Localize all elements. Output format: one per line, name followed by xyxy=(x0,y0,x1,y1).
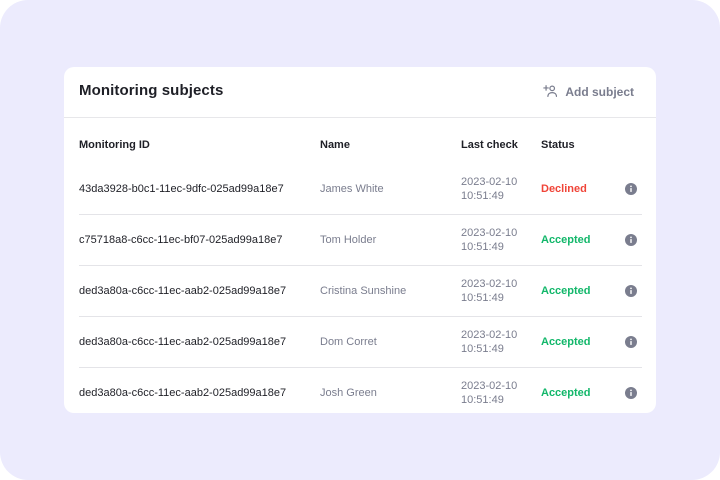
subject-name: Cristina Sunshine xyxy=(320,285,407,297)
subject-name: James White xyxy=(320,183,384,195)
last-check: 2023-02-10 10:51:49 xyxy=(461,328,517,356)
table-row: ded3a80a-c6cc-11ec-aab2-025ad99a18e7 Josh… xyxy=(79,368,642,418)
table-header: Monitoring ID Name Last check Status xyxy=(79,117,642,164)
table-body: 43da3928-b0c1-11ec-9dfc-025ad99a18e7 Jame… xyxy=(79,164,642,418)
last-check: 2023-02-10 10:51:49 xyxy=(461,277,517,305)
table-row: c75718a8-c6cc-11ec-bf07-025ad99a18e7 Tom … xyxy=(79,215,642,266)
info-icon[interactable] xyxy=(625,387,637,399)
monitoring-id: ded3a80a-c6cc-11ec-aab2-025ad99a18e7 xyxy=(79,387,287,399)
status-badge: Accepted xyxy=(541,387,591,399)
monitoring-id: c75718a8-c6cc-11ec-bf07-025ad99a18e7 xyxy=(79,234,283,246)
status-badge: Accepted xyxy=(541,285,591,297)
last-check-time: 10:51:49 xyxy=(461,190,504,202)
add-subject-button[interactable]: Add subject xyxy=(543,83,634,101)
last-check-time: 10:51:49 xyxy=(461,343,504,355)
column-header-status: Status xyxy=(541,139,575,151)
last-check-date: 2023-02-10 xyxy=(461,380,518,392)
info-icon[interactable] xyxy=(625,234,637,246)
last-check-time: 10:51:49 xyxy=(461,394,504,406)
subject-name: Josh Green xyxy=(320,387,377,399)
info-icon[interactable] xyxy=(625,336,637,348)
info-icon[interactable] xyxy=(625,183,637,195)
card-header: Monitoring subjects Add subject xyxy=(64,67,656,118)
last-check: 2023-02-10 10:51:49 xyxy=(461,379,517,407)
add-subject-label: Add subject xyxy=(565,85,634,99)
monitoring-id: 43da3928-b0c1-11ec-9dfc-025ad99a18e7 xyxy=(79,183,284,195)
subject-name: Dom Corret xyxy=(320,336,377,348)
last-check-time: 10:51:49 xyxy=(461,292,504,304)
column-header-last-check: Last check xyxy=(461,139,518,151)
status-badge: Accepted xyxy=(541,336,591,348)
status-badge: Declined xyxy=(541,183,587,195)
table-row: ded3a80a-c6cc-11ec-aab2-025ad99a18e7 Dom … xyxy=(79,317,642,368)
subject-name: Tom Holder xyxy=(320,234,377,246)
subjects-table: Monitoring ID Name Last check Status 43d… xyxy=(79,117,642,418)
table-row: 43da3928-b0c1-11ec-9dfc-025ad99a18e7 Jame… xyxy=(79,164,642,215)
card-title: Monitoring subjects xyxy=(79,82,224,99)
last-check-date: 2023-02-10 xyxy=(461,278,518,290)
monitoring-id: ded3a80a-c6cc-11ec-aab2-025ad99a18e7 xyxy=(79,336,287,348)
table-row: ded3a80a-c6cc-11ec-aab2-025ad99a18e7 Cris… xyxy=(79,266,642,317)
monitoring-subjects-card: Monitoring subjects Add subject Monitori… xyxy=(64,67,656,413)
info-icon[interactable] xyxy=(625,285,637,297)
last-check-date: 2023-02-10 xyxy=(461,329,518,341)
last-check-date: 2023-02-10 xyxy=(461,176,518,188)
page-background: Monitoring subjects Add subject Monitori… xyxy=(0,0,720,480)
status-badge: Accepted xyxy=(541,234,591,246)
column-header-id: Monitoring ID xyxy=(79,139,150,151)
last-check-time: 10:51:49 xyxy=(461,241,504,253)
last-check: 2023-02-10 10:51:49 xyxy=(461,175,517,203)
monitoring-id: ded3a80a-c6cc-11ec-aab2-025ad99a18e7 xyxy=(79,285,287,297)
last-check-date: 2023-02-10 xyxy=(461,227,518,239)
last-check: 2023-02-10 10:51:49 xyxy=(461,226,517,254)
column-header-name: Name xyxy=(320,139,350,151)
add-user-icon xyxy=(543,84,558,101)
